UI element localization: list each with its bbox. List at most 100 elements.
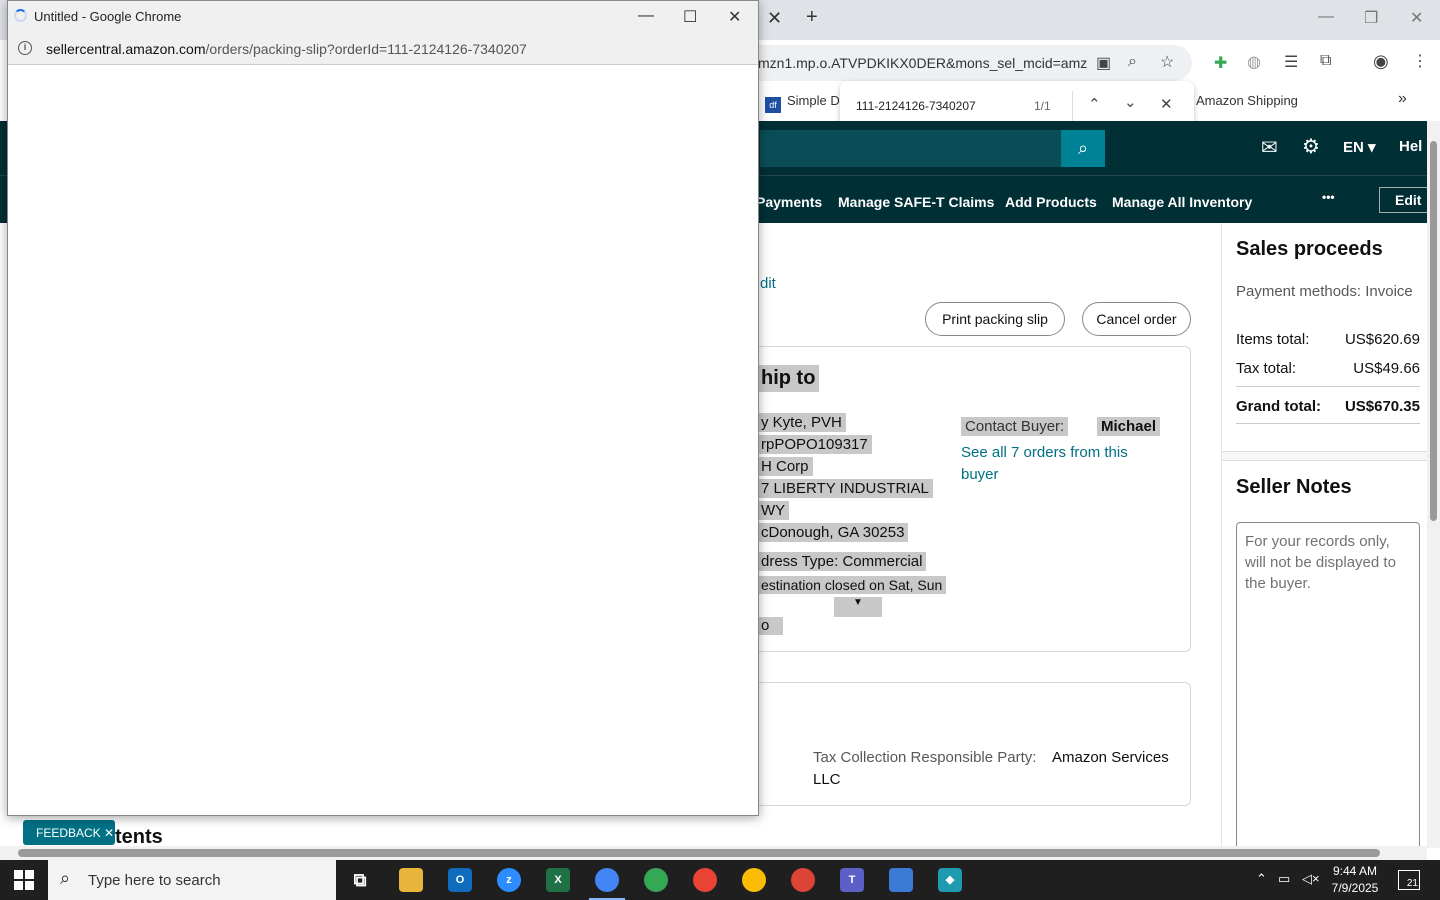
contact-buyer-label: Contact Buyer:	[961, 417, 1069, 436]
address-bar[interactable]: mzn1.mp.o.ATVPDKIKX0DER&mons_sel_mcid=am…	[740, 45, 1192, 81]
seller-search-input[interactable]	[760, 130, 1061, 167]
globe-icon[interactable]: ◍	[1247, 52, 1261, 72]
task-view-icon[interactable]: ⧉	[348, 868, 372, 892]
zoom-app-icon[interactable]: z	[497, 868, 521, 892]
tax-total-row: Tax total: US$49.66	[1236, 360, 1420, 387]
volume-icon[interactable]: ◁×	[1302, 871, 1320, 887]
address-extra: o	[757, 617, 783, 635]
popup-close-icon[interactable]: ✕	[728, 7, 741, 27]
items-total-row: Items total: US$620.69	[1236, 331, 1420, 348]
popup-url-bar[interactable]: i sellercentral.amazon.com/orders/packin…	[8, 33, 758, 65]
menu-kebab-icon[interactable]: ⋮	[1412, 51, 1428, 71]
menu-safe-t-claims[interactable]: Manage SAFE-T Claims	[838, 194, 994, 210]
ship-to-card: hip to y Kyte, PVH rpPOPO109317 H Corp 7…	[740, 346, 1191, 652]
contact-buyer-name[interactable]: Michael	[1097, 417, 1161, 436]
site-info-icon[interactable]: i	[18, 41, 32, 55]
menu-manage-inventory[interactable]: Manage All Inventory	[1112, 194, 1252, 210]
packing-slip-popup-window: Untitled - Google Chrome — ☐ ✕ i sellerc…	[7, 0, 759, 816]
bookmark-simple-da[interactable]: df Simple Da	[765, 93, 847, 113]
minimize-icon[interactable]: —	[1318, 8, 1334, 26]
popup-title: Untitled - Google Chrome	[34, 9, 182, 24]
remote-app-icon[interactable]: ◆	[938, 868, 962, 892]
address-line-2: rpPOPO109317	[757, 435, 872, 454]
expand-note-icon[interactable]: ▼	[834, 597, 882, 617]
restore-icon[interactable]: ❐	[1364, 8, 1378, 28]
address-type-label: dress Type:	[761, 553, 839, 570]
address-line-6: cDonough, GA 30253	[757, 523, 909, 542]
edit-link[interactable]: dit	[760, 275, 776, 292]
seller-notes-heading: Seller Notes	[1236, 476, 1352, 498]
chrome-icon-2[interactable]	[644, 868, 668, 892]
tab-search-icon[interactable]: ☰	[1284, 52, 1298, 72]
bookmark-label: Simple Da	[787, 93, 847, 108]
close-tab-icon[interactable]: ✕	[767, 8, 782, 29]
destination-note: estination closed on Sat, Sun	[757, 576, 947, 594]
tray-overflow-icon[interactable]: ⌃	[1256, 871, 1267, 887]
teams-icon[interactable]: T	[840, 868, 864, 892]
cancel-order-button[interactable]: Cancel order	[1082, 302, 1191, 336]
address-type: dress Type: Commercial	[757, 552, 927, 571]
find-count: 1/1	[1034, 99, 1051, 113]
extension-plus-icon[interactable]: ✚	[1214, 53, 1227, 73]
seller-notes-textarea[interactable]: For your records only, will not be displ…	[1236, 522, 1420, 852]
language-selector[interactable]: EN ▾	[1343, 138, 1376, 156]
vertical-scroll-thumb[interactable]	[1430, 141, 1437, 521]
zoom-icon[interactable]: ⌕	[1128, 53, 1137, 71]
more-bookmarks-icon[interactable]: »	[1398, 90, 1407, 108]
loading-spinner-icon	[14, 9, 27, 22]
bookmark-amazon-shipping[interactable]: Amazon Shipping	[1196, 93, 1298, 108]
tax-card: Tax Collection Responsible Party: Amazon…	[740, 682, 1191, 806]
find-input[interactable]: 111-2124126-7340207	[856, 99, 976, 113]
windows-start-icon[interactable]	[14, 870, 34, 890]
profile-icon[interactable]: ◉	[1373, 51, 1389, 72]
gear-icon[interactable]: ⚙	[1302, 134, 1320, 159]
menu-more-icon[interactable]: •••	[1322, 190, 1335, 204]
search-magnifier-icon: ⌕	[60, 868, 71, 888]
vertical-scrollbar[interactable]	[1427, 121, 1440, 848]
file-explorer-icon[interactable]	[399, 868, 423, 892]
network-icon[interactable]: ▭	[1278, 871, 1290, 887]
popup-url-host: sellercentral.amazon.com	[46, 41, 206, 57]
print-packing-slip-button[interactable]: Print packing slip	[925, 302, 1065, 336]
extensions-icon[interactable]: ⧉	[1320, 52, 1331, 70]
page-search-icon[interactable]: ▣	[1096, 53, 1111, 73]
find-next-icon[interactable]: ⌄	[1124, 93, 1137, 111]
tax-party-label: Tax Collection Responsible Party:	[813, 749, 1037, 766]
popup-url: sellercentral.amazon.com/orders/packing-…	[46, 41, 527, 57]
feedback-button[interactable]: FEEDBACK ✕	[23, 820, 115, 845]
find-divider	[1072, 91, 1073, 121]
notifications-icon[interactable]: 21	[1398, 870, 1420, 890]
popup-minimize-icon[interactable]: —	[638, 7, 654, 25]
new-tab-icon[interactable]: +	[806, 6, 818, 29]
search-icon[interactable]: ⌕	[1061, 130, 1105, 167]
outlook-icon[interactable]: O	[448, 868, 472, 892]
find-close-icon[interactable]: ✕	[1160, 95, 1173, 113]
payment-methods: Payment methods: Invoice	[1236, 283, 1413, 300]
address-type-value: Commercial	[842, 553, 923, 570]
chrome-icon-1[interactable]	[595, 868, 619, 892]
help-link[interactable]: Hel	[1399, 138, 1422, 155]
chrome-icon-4[interactable]	[742, 868, 766, 892]
mail-icon[interactable]: ✉	[1261, 135, 1278, 160]
tax-party-value: Amazon Services	[1052, 749, 1169, 766]
close-window-icon[interactable]: ✕	[1410, 8, 1423, 28]
see-all-orders-link-cont[interactable]: buyer	[961, 466, 999, 483]
find-previous-icon[interactable]: ⌃	[1088, 95, 1101, 113]
popup-maximize-icon[interactable]: ☐	[683, 7, 697, 27]
clock-date: 7/9/2025	[1331, 881, 1379, 895]
menu-payments[interactable]: Payments	[756, 194, 822, 210]
taskbar-search-box[interactable]: ⌕ Type here to search	[48, 860, 336, 900]
horizontal-scroll-thumb[interactable]	[18, 849, 1380, 857]
excel-icon[interactable]: X	[546, 868, 570, 892]
chrome-icon-5[interactable]	[791, 868, 815, 892]
address-line-5: WY	[757, 501, 790, 520]
taskbar-clock[interactable]: 9:44 AM 7/9/2025	[1326, 863, 1384, 897]
calculator-icon[interactable]	[889, 868, 913, 892]
horizontal-scrollbar[interactable]	[0, 846, 1427, 860]
see-all-orders-link[interactable]: See all 7 orders from this	[961, 444, 1128, 461]
ship-to-heading: hip to	[757, 365, 820, 392]
bookmark-star-icon[interactable]: ☆	[1160, 52, 1174, 72]
chrome-icon-3[interactable]	[693, 868, 717, 892]
menu-add-products[interactable]: Add Products	[1005, 194, 1097, 210]
tax-party-value-cont: LLC	[813, 771, 841, 788]
